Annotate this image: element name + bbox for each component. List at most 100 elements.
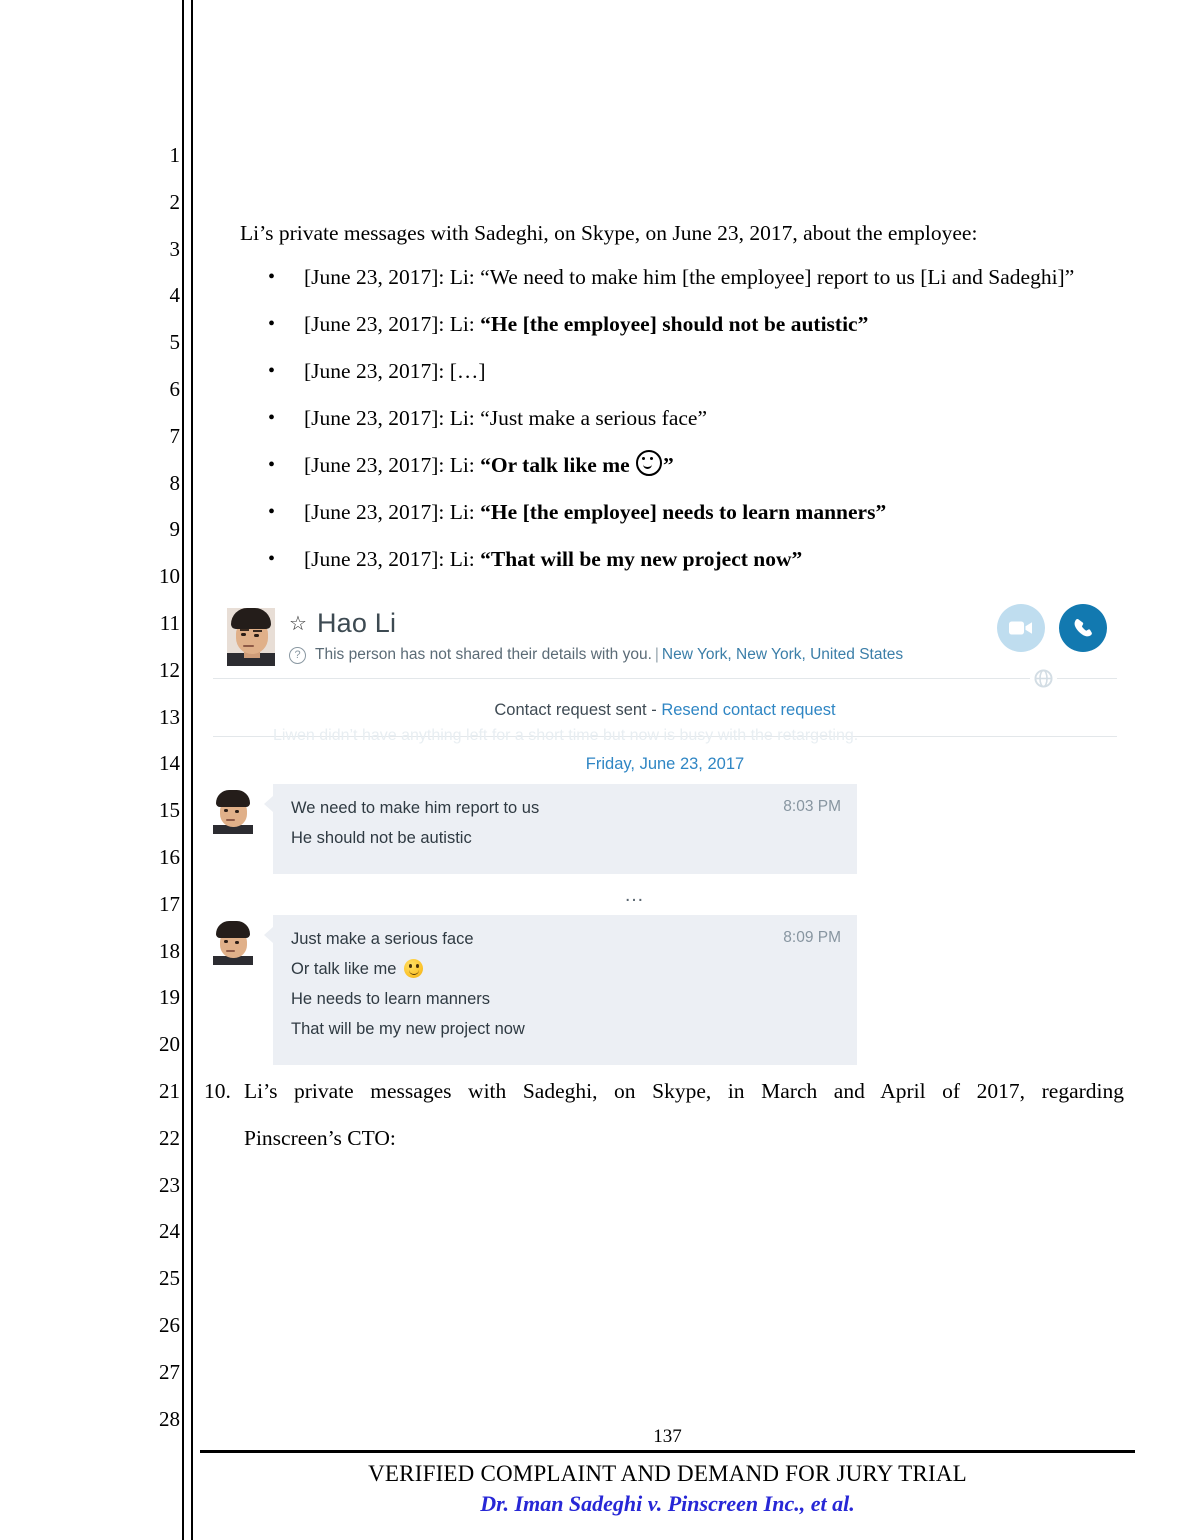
- line-number: 25: [159, 1266, 180, 1291]
- line-number: 12: [159, 657, 180, 682]
- message-prefix: [June 23, 2017]: […]: [304, 359, 486, 383]
- quoted-message-item: [June 23, 2017]: […]: [244, 356, 1144, 403]
- line-number: 10: [159, 564, 180, 589]
- message-line: He needs to learn manners: [291, 990, 491, 1008]
- message-sender-avatar: [213, 790, 253, 834]
- line-number: 11: [159, 610, 180, 635]
- resend-contact-request-link[interactable]: Resend contact request: [661, 701, 835, 719]
- line-number: 21: [159, 1078, 180, 1103]
- paragraph-10-line-2: Pinscreen’s CTO:: [244, 1125, 396, 1150]
- line-number-column: 1 2 3 4 5 6 7 8 9 10 11 12 13 14 15 16 17 18 19 20 21 22 23 24 2…: [140, 132, 180, 1442]
- globe-icon[interactable]: [1030, 665, 1057, 692]
- message-bubble[interactable]: We need to make him report to us He shoul…: [264, 784, 857, 874]
- message-timestamp: 8:09 PM: [783, 929, 841, 946]
- contact-name: Hao Li: [316, 608, 397, 638]
- video-camera-icon: [1009, 621, 1032, 635]
- message-prefix: [June 23, 2017]: Li: “Just make a seriou…: [304, 406, 707, 430]
- footer-rule: [200, 1450, 1135, 1453]
- date-divider: Friday, June 23, 2017: [585, 755, 745, 773]
- quoted-messages-list: [June 23, 2017]: Li: “We need to make hi…: [244, 262, 1144, 591]
- skype-screenshot: ☆ Hao Li ? This person has not shared th…: [205, 596, 1125, 1069]
- line-number: 2: [169, 189, 181, 214]
- message-quote-bold: “He [the employee] needs to learn manner…: [480, 500, 887, 524]
- contact-details-row: ? This person has not shared their detai…: [289, 646, 903, 664]
- skype-action-buttons: [997, 604, 1107, 652]
- line-number: 5: [169, 330, 181, 355]
- message-prefix: [June 23, 2017]: Li:: [304, 453, 481, 477]
- message-quote-suffix: ”: [663, 453, 674, 477]
- skype-header: ☆ Hao Li ? This person has not shared th…: [205, 596, 1125, 678]
- quoted-message-item: [June 23, 2017]: Li: “We need to make hi…: [244, 262, 1144, 309]
- line-number: 24: [159, 1219, 180, 1244]
- message-prefix: [June 23, 2017]: Li: “We need to make hi…: [304, 265, 1075, 289]
- line-number: 20: [159, 1032, 180, 1057]
- chat-message-row: We need to make him report to us He shoul…: [205, 784, 1125, 874]
- contact-request-banner: Contact request sent - Resend contact re…: [205, 679, 1125, 736]
- line-number: 19: [159, 985, 180, 1010]
- audio-call-button[interactable]: [1059, 604, 1107, 652]
- line-number: 22: [159, 1125, 180, 1150]
- pleading-rule-inner: [191, 0, 193, 1540]
- line-number: 7: [169, 423, 181, 448]
- page-footer: 137 VERIFIED COMPLAINT AND DEMAND FOR JU…: [200, 1426, 1135, 1519]
- line-number: 23: [159, 1172, 180, 1197]
- chat-message-row: Just make a serious face Or talk like me …: [205, 915, 1125, 1065]
- message-prefix: [June 23, 2017]: Li:: [304, 500, 481, 524]
- contact-details-text: This person has not shared their details…: [315, 646, 652, 663]
- quoted-message-item: [June 23, 2017]: Li: “He [the employee] …: [244, 309, 1144, 356]
- contact-avatar: [227, 608, 275, 666]
- message-timestamp: 8:03 PM: [783, 798, 841, 815]
- message-line: That will be my new project now: [291, 1020, 525, 1038]
- message-quote-bold: “He [the employee] should not be autisti…: [480, 312, 869, 336]
- message-line: We need to make him report to us: [291, 799, 540, 817]
- line-number: 8: [169, 470, 181, 495]
- message-quote-bold: “Or talk like me: [480, 453, 636, 477]
- line-number: 26: [159, 1312, 180, 1337]
- page-number: 137: [653, 1426, 682, 1447]
- paragraph-10: 10. Li’s private messages with Sadeghi, …: [200, 1068, 1135, 1162]
- message-prefix: [June 23, 2017]: Li:: [304, 312, 481, 336]
- line-number: 4: [169, 283, 181, 308]
- line-number: 9: [169, 517, 181, 542]
- line-number: 18: [159, 938, 180, 963]
- line-number: 13: [159, 704, 180, 729]
- line-number: 3: [169, 236, 181, 261]
- quoted-message-item: [June 23, 2017]: Li: “Just make a seriou…: [244, 403, 1144, 450]
- line-number: 17: [159, 891, 180, 916]
- line-number: 1: [169, 143, 181, 167]
- paragraph-number: 10.: [204, 1079, 231, 1103]
- smiley-emoji-icon: [404, 959, 424, 978]
- message-quote-bold: “That will be my new project now”: [480, 547, 803, 571]
- header-divider: [213, 665, 1117, 692]
- star-icon[interactable]: ☆: [289, 614, 307, 634]
- message-bubble[interactable]: Just make a serious face Or talk like me …: [264, 915, 857, 1065]
- quoted-message-item: [June 23, 2017]: Li: “He [the employee] …: [244, 497, 1144, 544]
- line-number: 14: [159, 751, 180, 776]
- message-line: Or talk like me: [291, 959, 839, 980]
- message-sender-avatar: [213, 921, 253, 965]
- line-number: 15: [159, 798, 180, 823]
- conversation-list: We need to make him report to us He shoul…: [205, 784, 1125, 1065]
- contact-location: New York, New York, United States: [661, 646, 904, 663]
- line-number: 16: [159, 844, 180, 869]
- video-call-button[interactable]: [997, 604, 1045, 652]
- globe-glyph-icon: [1034, 669, 1053, 688]
- message-prefix: [June 23, 2017]: Li:: [304, 547, 481, 571]
- footer-title: VERIFIED COMPLAINT AND DEMAND FOR JURY T…: [368, 1461, 967, 1486]
- line-number: 28: [159, 1406, 180, 1431]
- footer-case-caption: Dr. Iman Sadeghi v. Pinscreen Inc., et a…: [480, 1491, 855, 1516]
- paragraph-10-line-1: Li’s private messages with Sadeghi, on S…: [244, 1079, 1124, 1103]
- details-separator: |: [654, 646, 659, 663]
- contact-name-row: ☆ Hao Li: [289, 608, 396, 639]
- phone-icon: [1074, 619, 1092, 637]
- line-number: 27: [159, 1359, 180, 1384]
- intro-paragraph: Li’s private messages with Sadeghi, on S…: [240, 221, 978, 245]
- smiley-face-icon: [636, 450, 663, 476]
- message-line: Just make a serious face: [291, 930, 474, 948]
- question-mark-icon[interactable]: ?: [289, 646, 306, 664]
- contact-request-status: Contact request sent -: [494, 701, 662, 719]
- line-number: 6: [169, 376, 181, 401]
- pleading-rule-outer: [182, 0, 184, 1540]
- quoted-message-item: [June 23, 2017]: Li: “That will be my ne…: [244, 544, 1144, 591]
- conversation-ellipsis-divider: …: [624, 884, 646, 906]
